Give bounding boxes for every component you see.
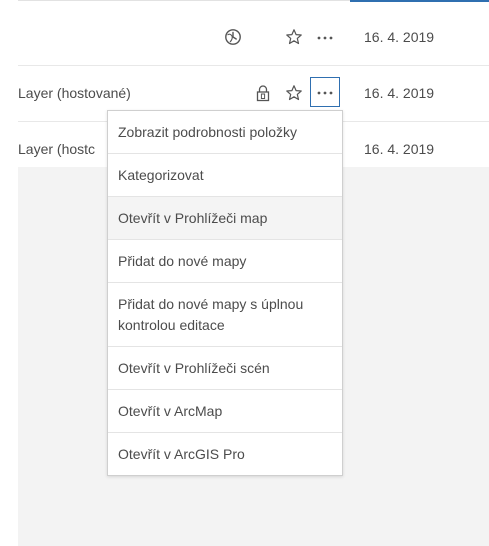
content-list-page: 16. 4. 2019 Layer (hostované) 16. 4. 201… xyxy=(0,0,489,546)
table-row[interactable]: 16. 4. 2019 xyxy=(18,10,489,66)
menu-item-open-scene-viewer[interactable]: Otevřít v Prohlížeči scén xyxy=(108,347,342,390)
modified-date: 16. 4. 2019 xyxy=(364,29,435,45)
menu-item-categorize[interactable]: Kategorizovat xyxy=(108,154,342,197)
ellipsis-icon xyxy=(316,28,334,46)
divider xyxy=(18,0,350,1)
modified-date: 16. 4. 2019 xyxy=(364,85,435,101)
menu-item-view-details[interactable]: Zobrazit podrobnosti položky xyxy=(108,111,342,154)
menu-item-add-to-new-map-full-edit[interactable]: Přidat do nové mapy s úplnou kontrolou e… xyxy=(108,283,342,347)
more-options-button[interactable] xyxy=(310,77,340,107)
star-outline-icon[interactable] xyxy=(284,83,304,103)
menu-item-open-map-viewer[interactable]: Otevřít v Prohlížeči map xyxy=(108,197,342,240)
more-options-button[interactable] xyxy=(310,22,340,52)
clock-globe-icon xyxy=(223,27,243,47)
menu-item-open-arcmap[interactable]: Otevřít v ArcMap xyxy=(108,390,342,433)
item-options-menu: Zobrazit podrobnosti položky Kategorizov… xyxy=(107,110,343,476)
lock-icon xyxy=(253,83,273,103)
menu-item-open-arcgis-pro[interactable]: Otevřít v ArcGIS Pro xyxy=(108,433,342,475)
ellipsis-icon xyxy=(316,83,334,101)
star-outline-icon[interactable] xyxy=(284,27,304,47)
menu-item-add-to-new-map[interactable]: Přidat do nové mapy xyxy=(108,240,342,283)
sort-column-indicator xyxy=(350,0,489,2)
